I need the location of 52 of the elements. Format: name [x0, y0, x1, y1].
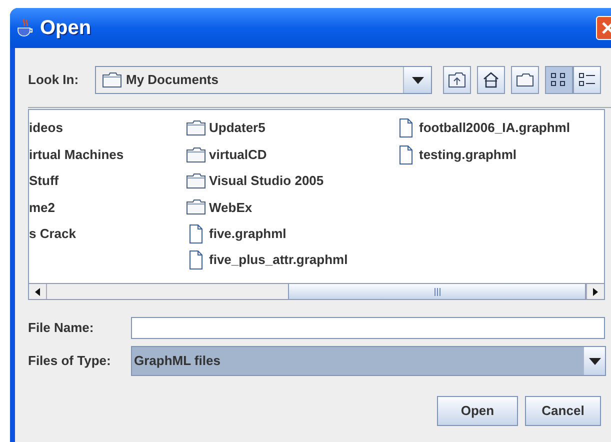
- file-name-field[interactable]: [131, 317, 605, 339]
- file-item[interactable]: me2: [29, 194, 186, 221]
- open-button[interactable]: Open: [437, 396, 518, 426]
- folder-icon: [186, 120, 206, 136]
- file-item[interactable]: football2006_IA.graphml: [396, 115, 596, 142]
- file-item[interactable]: five_plus_attr.graphml: [186, 246, 396, 274]
- file-icon: [189, 250, 203, 270]
- close-icon: [601, 21, 611, 35]
- file-item[interactable]: Stuff: [29, 168, 186, 194]
- scroll-right-icon: [593, 288, 598, 296]
- file-item[interactable]: s Crack: [29, 220, 186, 247]
- details-view-button[interactable]: [573, 66, 601, 94]
- file-icon: [189, 224, 203, 244]
- window-title: Open: [40, 16, 92, 41]
- dropdown-arrow-icon: [588, 358, 600, 364]
- scrollbar-thumb[interactable]: [288, 284, 586, 299]
- file-icon: [399, 144, 413, 165]
- scroll-left-icon: [35, 288, 40, 296]
- folder-icon: [186, 172, 206, 189]
- file-item[interactable]: ideos: [29, 115, 186, 142]
- details-view-icon: [578, 71, 596, 89]
- look-in-label: Look In:: [28, 71, 80, 90]
- folder-icon: [516, 73, 534, 87]
- file-item[interactable]: WebEx: [186, 194, 396, 221]
- grip-icon: [434, 288, 440, 296]
- up-folder-button[interactable]: [443, 66, 471, 94]
- home-button[interactable]: [477, 66, 505, 94]
- file-type-value: GraphML files: [133, 352, 222, 370]
- list-view-button[interactable]: [545, 66, 573, 94]
- coffee-cup-icon: [16, 18, 34, 38]
- folder-icon: [186, 199, 206, 216]
- file-type-label: Files of Type:: [28, 352, 112, 370]
- look-in-dropdown[interactable]: My Documents: [95, 66, 432, 94]
- file-item[interactable]: virtualCD: [186, 141, 396, 168]
- file-item[interactable]: irtual Machines: [29, 141, 186, 168]
- look-in-value: My Documents: [126, 71, 218, 90]
- home-icon: [482, 71, 500, 89]
- list-view-icon: [550, 71, 568, 89]
- new-folder-button[interactable]: [511, 66, 539, 94]
- folder-icon: [102, 72, 122, 88]
- file-item[interactable]: Visual Studio 2005: [186, 168, 396, 194]
- file-item[interactable]: Updater5: [186, 115, 396, 142]
- dropdown-arrow-icon: [412, 76, 424, 84]
- cancel-button[interactable]: Cancel: [525, 396, 601, 426]
- folder-up-icon: [448, 72, 466, 88]
- file-name-label: File Name:: [28, 319, 95, 338]
- file-type-dropdown[interactable]: GraphML files: [131, 346, 606, 376]
- folder-icon: [186, 146, 206, 163]
- file-item[interactable]: five.graphml: [186, 220, 396, 247]
- horizontal-scrollbar[interactable]: [29, 283, 604, 299]
- file-item[interactable]: testing.graphml: [396, 141, 596, 168]
- file-icon: [399, 118, 413, 138]
